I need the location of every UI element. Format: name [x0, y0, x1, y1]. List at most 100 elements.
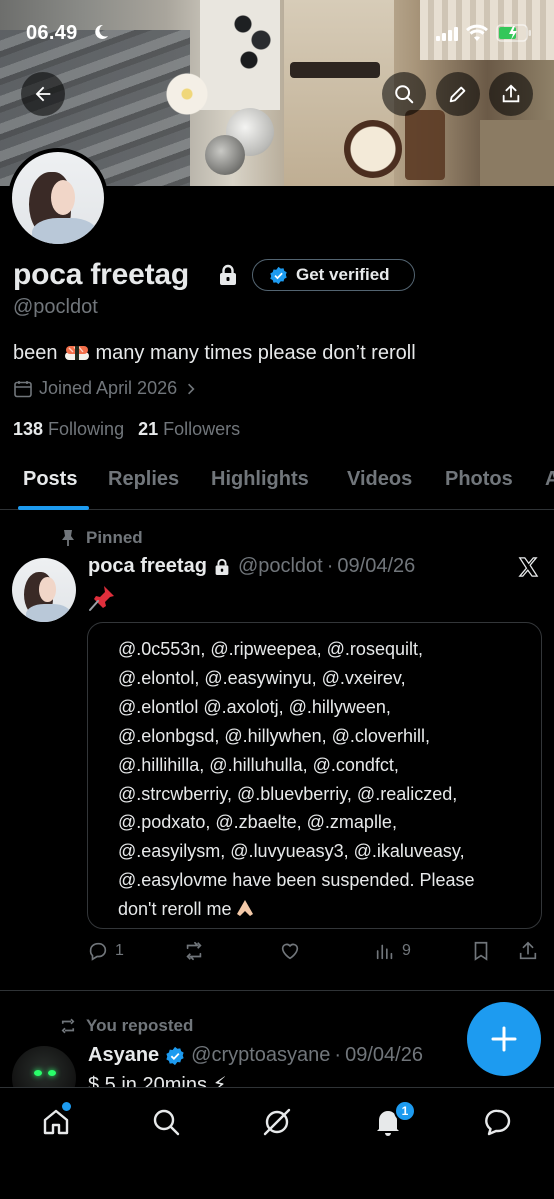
tweet-divider — [0, 990, 554, 991]
bio-text-end: many many times please don’t reroll — [95, 342, 416, 364]
quote-line: don't reroll me — [118, 899, 232, 920]
views-button[interactable]: 9 — [374, 940, 411, 962]
x-logo-icon[interactable] — [517, 556, 539, 578]
tweet2-date[interactable]: 09/04/26 — [345, 1044, 423, 1067]
profile-handle: @pocldot — [13, 296, 98, 318]
tab-articles[interactable]: A — [545, 468, 554, 491]
avatar-shirt — [32, 218, 97, 244]
status-time: 06.49 — [26, 22, 78, 44]
tweet-author-handle[interactable]: @pocldot — [238, 555, 323, 578]
avatar-face — [38, 577, 56, 602]
home-unread-dot — [62, 1102, 71, 1111]
notification-badge: 1 — [394, 1100, 416, 1122]
followers-link[interactable]: 21 Followers — [138, 419, 240, 440]
bookmark-icon — [474, 941, 488, 961]
like-button[interactable] — [279, 940, 301, 962]
status-bar: 06.49 — [0, 0, 554, 60]
search-icon — [395, 85, 414, 104]
tab-videos[interactable]: Videos — [347, 468, 412, 491]
sushi-emoji — [64, 343, 90, 361]
avatar-shirt — [26, 604, 71, 622]
profile-display-name: poca freetag — [13, 258, 189, 291]
tab-replies[interactable]: Replies — [108, 468, 179, 491]
joined-date[interactable]: Joined April 2026 — [13, 378, 199, 399]
tweet-header: poca freetag @pocldot · 09/04/26 — [88, 555, 415, 578]
avatar-eye — [34, 1070, 42, 1076]
repost-icon — [186, 941, 202, 961]
verified-badge-icon — [270, 266, 287, 284]
edit-button[interactable] — [436, 72, 480, 116]
search-button[interactable] — [382, 72, 426, 116]
banner-jar — [405, 110, 445, 180]
quote-line: @.strcwberriy, @.bluevberriy, @.realicze… — [118, 783, 458, 804]
quote-line: @.easyilysm, @.luvyueasy3, @.ikaluveasy, — [118, 841, 465, 862]
calendar-icon — [14, 380, 32, 397]
share-tweet-button[interactable] — [517, 940, 539, 962]
get-verified-button[interactable]: Get verified — [252, 259, 415, 291]
tweet2-author-name[interactable]: Asyane — [88, 1044, 159, 1067]
joined-label: Joined April 2026 — [39, 378, 178, 398]
messages-icon — [485, 1109, 511, 1136]
praying-hands-emoji-icon — [237, 900, 254, 917]
quote-line-last: don't reroll me — [118, 895, 523, 924]
pinned-label: Pinned — [86, 528, 143, 547]
nav-grok[interactable] — [261, 1106, 293, 1138]
quote-line: @.podxato, @.zbaelte, @.zmaplle, — [118, 812, 397, 833]
share-button[interactable] — [489, 72, 533, 116]
grok-icon — [263, 1108, 291, 1136]
tweet-date[interactable]: 09/04/26 — [337, 555, 415, 578]
meta-separator: · — [326, 555, 334, 577]
share-icon — [502, 84, 520, 103]
bio-text-start: been — [13, 342, 58, 364]
tweet-actions: 1 9 — [87, 940, 542, 968]
reply-count: 1 — [115, 942, 124, 959]
repost-button[interactable] — [183, 940, 205, 962]
bottom-navigation: 1 — [0, 1087, 554, 1199]
active-tab-indicator — [18, 506, 89, 510]
tab-photos[interactable]: Photos — [445, 468, 513, 491]
avatar-eye — [48, 1070, 56, 1076]
views-count: 9 — [402, 942, 411, 959]
lock-icon — [215, 558, 229, 575]
pushpin-emoji-icon — [89, 586, 114, 611]
nav-explore[interactable] — [150, 1106, 182, 1138]
avatar-image — [12, 152, 104, 244]
nav-messages[interactable] — [482, 1106, 514, 1138]
battery-icon — [496, 24, 531, 42]
lock-icon — [220, 264, 236, 285]
tweet2-author-handle[interactable]: @cryptoasyane — [191, 1044, 330, 1067]
quote-line: @.hillihilla, @.hilluhulla, @.condfct, — [118, 754, 399, 775]
tweet-author-avatar[interactable] — [12, 558, 76, 622]
tab-posts[interactable]: Posts — [23, 468, 77, 491]
tweet-author-name[interactable]: poca freetag — [88, 555, 207, 578]
profile-bio: been many many times please don’t reroll — [13, 342, 416, 365]
profile-tabs: Posts Replies Highlights Videos Photos A — [0, 452, 554, 510]
back-button[interactable] — [21, 72, 65, 116]
verified-badge-icon — [166, 1046, 184, 1065]
followers-count: 21 — [138, 419, 159, 439]
tab-highlights[interactable]: Highlights — [211, 468, 309, 491]
get-verified-label: Get verified — [296, 265, 390, 284]
bookmark-button[interactable] — [470, 940, 492, 962]
chevron-right-icon — [188, 383, 195, 394]
wifi-icon — [466, 24, 488, 41]
quote-line: @.elontlol @.axolotj, @.hillyween, — [118, 696, 391, 717]
followers-label: Followers — [163, 419, 241, 439]
reply-button[interactable]: 1 — [87, 940, 124, 962]
plus-icon — [491, 1026, 517, 1052]
profile-avatar[interactable] — [8, 148, 108, 248]
signal-icon — [436, 27, 458, 41]
quote-line: @.0c553n, @.ripweepea, @.rosequilt, — [118, 639, 423, 659]
banner-moon-dark — [205, 135, 245, 175]
quoted-text-card[interactable]: @.0c553n, @.ripweepea, @.rosequilt, @.el… — [87, 622, 542, 929]
repost-icon — [61, 1018, 75, 1034]
following-link[interactable]: 138 Following — [13, 419, 124, 440]
pencil-icon — [449, 86, 466, 103]
share-icon — [519, 941, 537, 960]
quote-line: @.easylovme have been suspended. Please — [118, 870, 475, 891]
views-icon — [376, 944, 393, 960]
avatar-image — [12, 558, 76, 622]
like-icon — [281, 943, 299, 960]
compose-button[interactable] — [467, 1002, 541, 1076]
banner-flower — [165, 72, 209, 116]
